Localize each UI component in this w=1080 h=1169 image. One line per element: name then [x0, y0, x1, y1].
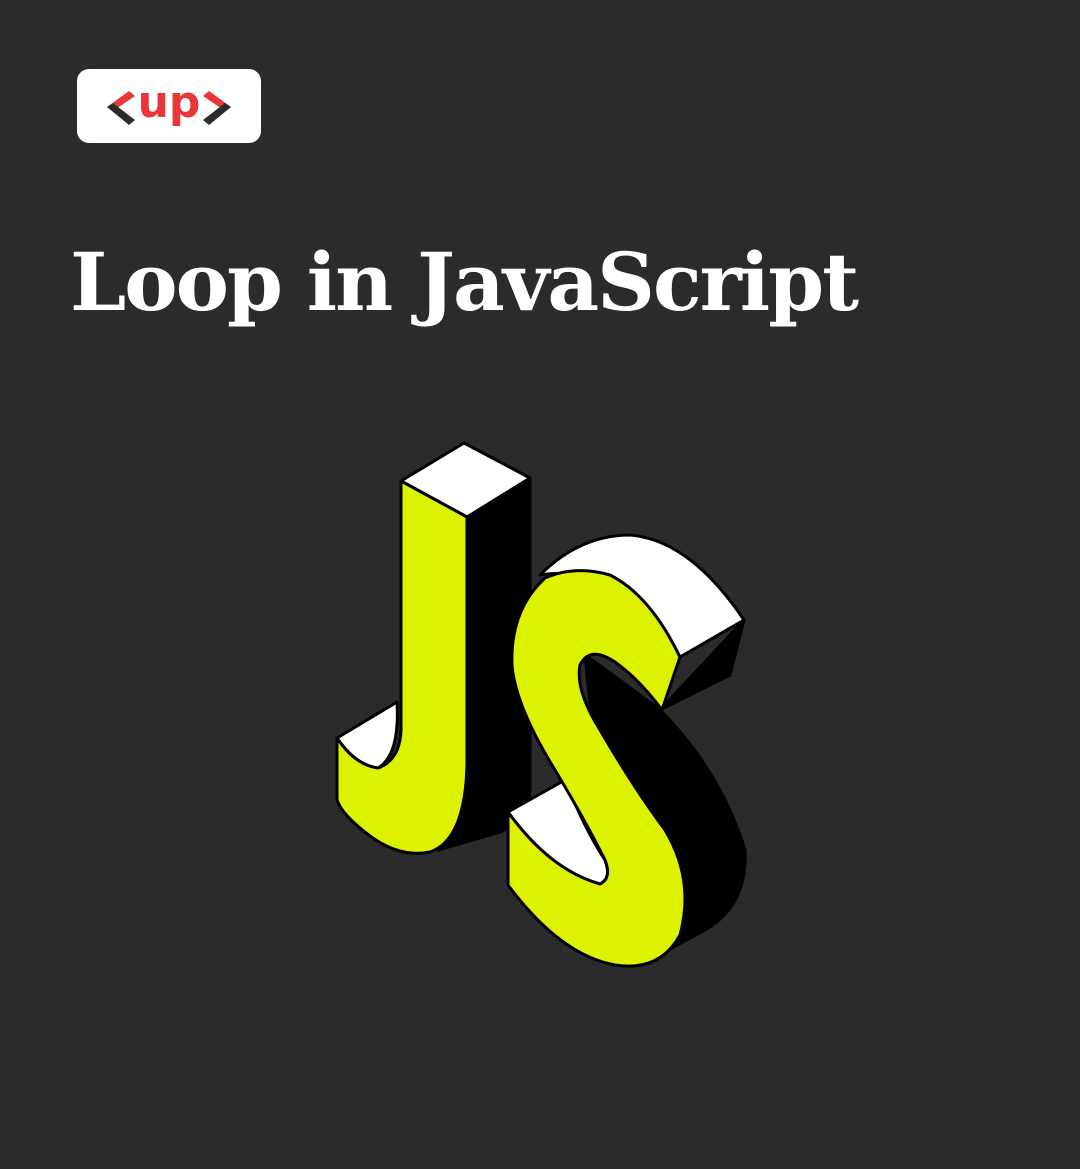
- j-letter-face: [335, 479, 469, 855]
- js-3d-letters-illustration: [335, 441, 747, 968]
